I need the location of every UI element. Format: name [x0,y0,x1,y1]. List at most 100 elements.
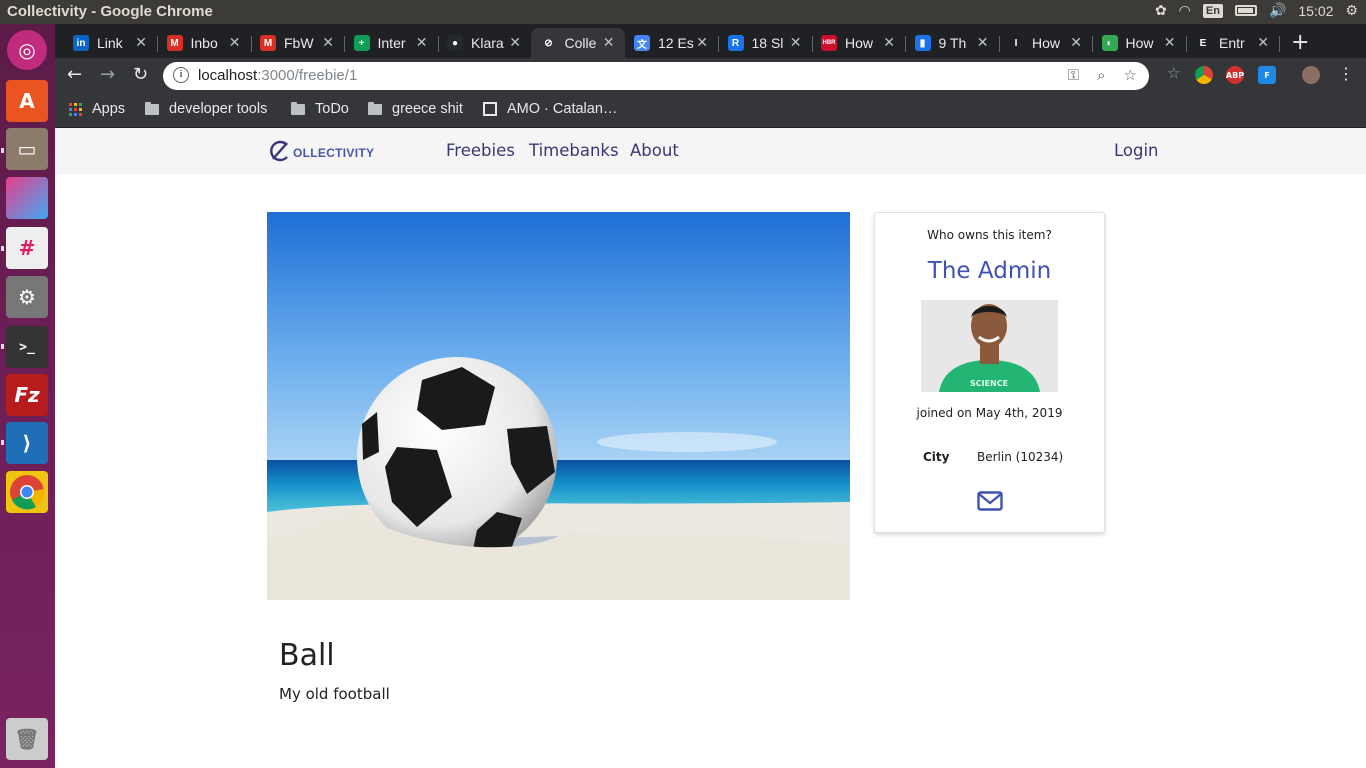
browser-tab[interactable]: 文 12 Es ✕ [624,28,719,58]
browser-tab[interactable]: ◐ How ✕ [1092,28,1187,58]
browser-tab[interactable]: + Inter ✕ [344,28,439,58]
forward-button[interactable]: → [100,64,115,85]
chrome-extension-icon[interactable] [1195,66,1213,84]
new-tab-button[interactable]: + [1291,30,1309,55]
close-tab-icon[interactable]: ✕ [135,34,147,51]
close-tab-icon[interactable]: ✕ [977,34,989,51]
browser-tab[interactable]: ▮ 9 Th ✕ [905,28,1000,58]
screenshot-app-icon[interactable] [6,177,48,219]
paw-icon[interactable]: ✿ [1155,2,1167,19]
amo-icon [483,102,497,116]
flag-extension-icon[interactable]: F [1258,66,1276,84]
software-center-icon[interactable]: A [6,80,48,122]
menu-icon[interactable]: ⋮ [1338,64,1354,83]
slack-icon[interactable]: # [6,227,48,269]
ubuntu-launcher: ◎ A ▭ # ⚙ >_ Fz ⟩ 🗑 [0,24,55,768]
browser-tab[interactable]: in Link ✕ [63,28,158,58]
logo-wordmark: OLLECTIVITY [293,146,375,160]
profile-avatar-icon[interactable] [1302,66,1320,84]
nav-freebies[interactable]: Freebies [446,141,515,160]
ubuntu-dash-icon[interactable]: ◎ [7,30,47,70]
tab-label: Klara [471,35,504,51]
chart-icon: ▮ [914,35,931,51]
bookmark-label: ToDo [315,101,349,117]
tab-label: Colle [564,35,597,51]
browser-tab[interactable]: M Inbo ✕ [157,28,252,58]
url-text[interactable]: localhost:3000/freebie/1 [198,67,357,84]
item-description: My old football [279,685,390,703]
language-indicator[interactable]: En [1202,3,1223,18]
close-tab-icon[interactable]: ✕ [1070,34,1082,51]
system-indicators: ✿ ◠ En 🔊 15:02 ⚙ [1155,2,1358,19]
extension-star-icon[interactable]: ☆ [1167,64,1180,82]
close-tab-icon[interactable]: ✕ [603,34,615,51]
star-icon[interactable]: ☆ [1124,66,1137,84]
adblock-icon[interactable]: ABP [1226,66,1244,84]
browser-tab[interactable]: I How ✕ [998,28,1093,58]
close-tab-icon[interactable]: ✕ [790,34,802,51]
volume-icon[interactable]: 🔊 [1269,2,1286,19]
owner-name-link[interactable]: The Admin [875,258,1104,284]
reload-button[interactable]: ↻ [133,64,148,85]
trash-icon[interactable]: 🗑 [6,718,48,760]
omnibox-actions: ⚿ ⌕ ☆ [1068,66,1137,84]
files-icon[interactable]: ▭ [6,128,48,170]
clock[interactable]: 15:02 [1298,3,1333,19]
browser-tab[interactable]: R 18 Sl ✕ [718,28,813,58]
browser-tab[interactable]: ⊘ Colle ✕ [530,28,625,58]
tab-label: How [1125,35,1154,51]
gear-icon[interactable]: ⚙ [1345,2,1358,19]
owner-question: Who owns this item? [927,228,1052,242]
back-button[interactable]: ← [67,64,82,85]
browser-tab[interactable]: E Entr ✕ [1185,28,1280,58]
apps-grid-icon [69,102,82,116]
filezilla-icon[interactable]: Fz [6,374,48,416]
settings-icon[interactable]: ⚙ [6,276,48,318]
folder-icon [368,101,382,115]
bookmark-amo[interactable]: AMO · Catalan… [483,101,617,117]
bookmark-developer-tools[interactable]: developer tools [145,101,267,117]
battery-icon[interactable] [1234,5,1257,16]
vscode-icon[interactable]: ⟩ [6,422,48,464]
terminal-icon[interactable]: >_ [6,326,48,368]
login-link[interactable]: Login [1114,141,1159,160]
key-icon[interactable]: ⚿ [1068,66,1079,84]
city-label: City [923,450,950,464]
folder-icon [145,101,159,115]
chrome-launcher-icon[interactable] [6,471,48,513]
site-logo[interactable]: OLLECTIVITY [267,140,374,162]
tab-label: Entr [1219,35,1245,51]
bookmark-greece[interactable]: greece shit [368,101,463,117]
tab-label: FbW [284,35,314,51]
envelope-icon[interactable] [977,491,1003,511]
browser-tab[interactable]: ● Klara ✕ [437,28,531,58]
close-tab-icon[interactable]: ✕ [696,34,708,51]
browser-tab[interactable]: HBR How ✕ [811,28,906,58]
bookmark-apps[interactable]: Apps [69,101,125,117]
close-tab-icon[interactable]: ✕ [1257,34,1269,51]
medium-icon: I [1008,35,1024,51]
close-tab-icon[interactable]: ✕ [229,34,241,51]
collectivity-logo-icon [270,140,288,162]
info-icon[interactable]: i [173,67,189,83]
sheets-icon: + [353,35,370,51]
linkedin-icon: in [73,35,89,51]
browser-tab[interactable]: M FbW ✕ [250,28,345,58]
gmail-icon: M [260,35,276,51]
zoom-icon[interactable]: ⌕ [1097,66,1105,84]
item-image [267,212,850,600]
wifi-icon[interactable]: ◠ [1179,2,1191,19]
owner-card: Who owns this item? The Admin SCIENCE jo… [874,212,1105,533]
close-tab-icon[interactable]: ✕ [883,34,895,51]
nav-about[interactable]: About [630,141,679,160]
translate-icon: 文 [634,35,650,51]
close-tab-icon[interactable]: ✕ [322,34,334,51]
address-bar[interactable]: i localhost:3000/freebie/1 ⚿ ⌕ ☆ [163,62,1149,90]
close-tab-icon[interactable]: ✕ [509,34,521,51]
bookmark-label: Apps [92,101,126,117]
close-tab-icon[interactable]: ✕ [416,34,428,51]
bookmark-label: AMO · Catalan… [507,101,618,117]
nav-timebanks[interactable]: Timebanks [529,141,619,160]
bookmark-todo[interactable]: ToDo [291,101,349,117]
close-tab-icon[interactable]: ✕ [1164,34,1176,51]
